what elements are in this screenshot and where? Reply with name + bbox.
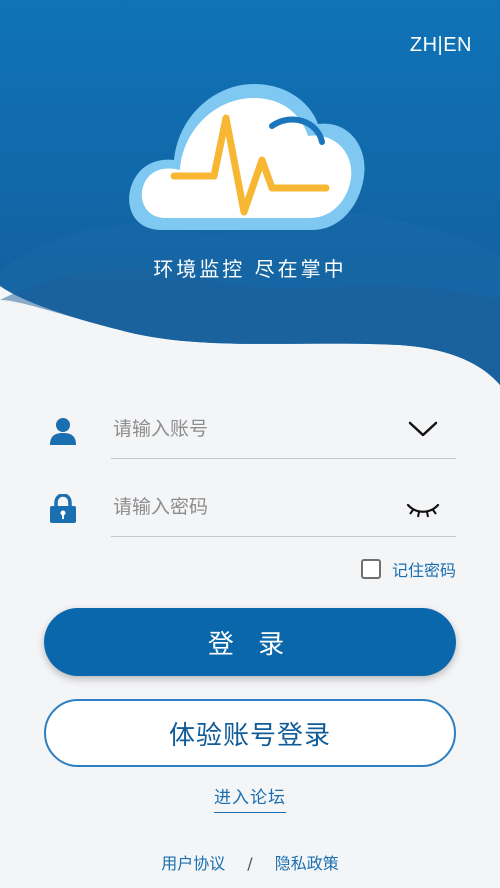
forum-link[interactable]: 进入论坛	[214, 788, 286, 813]
remember-password-checkbox[interactable]	[360, 559, 381, 579]
password-field-row	[44, 478, 456, 538]
account-input-wrap	[111, 400, 456, 459]
app-tagline: 环境监控 尽在掌中	[153, 257, 347, 281]
cloud-pulse-logo	[122, 72, 372, 242]
user-agreement-link[interactable]: 用户协议	[161, 854, 225, 873]
password-input-wrap	[111, 478, 456, 537]
forum-link-wrap: 进入论坛	[0, 783, 500, 813]
eye-closed-icon[interactable]	[406, 492, 440, 522]
chevron-down-icon[interactable]	[406, 414, 440, 444]
language-toggle[interactable]: ZH|EN	[410, 34, 472, 57]
remember-password-label[interactable]: 记住密码	[392, 557, 456, 581]
password-input[interactable]	[111, 488, 395, 526]
trial-account-login-button[interactable]: 体验账号登录	[44, 699, 456, 767]
privacy-policy-link[interactable]: 隐私政策	[275, 854, 339, 873]
footer-separator: /	[247, 854, 253, 873]
remember-password: 记住密码	[360, 556, 456, 582]
login-button[interactable]: 登 录	[44, 608, 456, 676]
footer-links: 用户协议 / 隐私政策	[0, 850, 500, 874]
user-icon	[48, 416, 78, 446]
lock-icon	[48, 493, 78, 524]
account-field-row	[44, 400, 456, 460]
account-input[interactable]	[111, 410, 395, 448]
